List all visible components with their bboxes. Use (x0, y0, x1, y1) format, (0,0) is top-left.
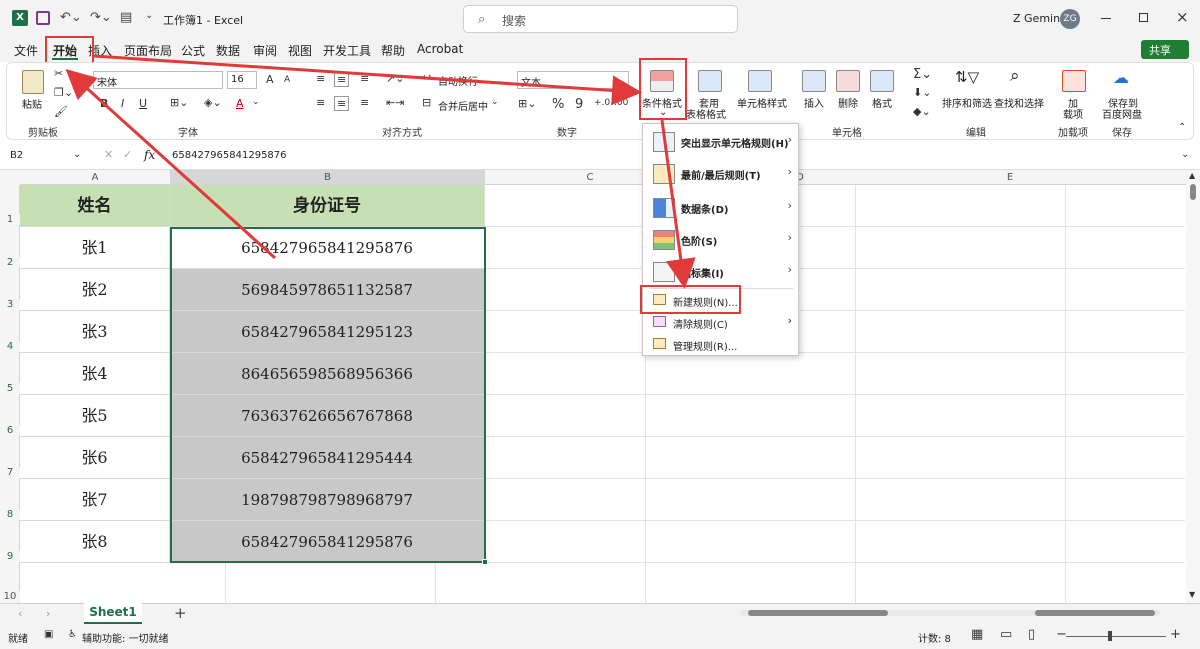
prev-sheet-icon[interactable]: ‹ (18, 607, 22, 620)
macro-record-icon[interactable]: ▣ (44, 629, 53, 640)
zoom-slider[interactable] (1066, 636, 1166, 637)
zoom-slider-thumb[interactable] (1108, 631, 1112, 641)
normal-view-icon[interactable]: ▦ (971, 627, 983, 642)
accessibility-icon[interactable]: ♿ (68, 629, 77, 640)
annotation-arrows (65, 54, 696, 289)
status-count: 计数: 8 (918, 634, 951, 645)
status-bar (0, 625, 1200, 649)
arrow-cell-to-home (65, 68, 277, 260)
arrow-home-to-conditional (93, 54, 642, 106)
zoom-out-icon[interactable]: − (1056, 627, 1067, 642)
horizontal-scroll-thumb-right[interactable] (1035, 610, 1155, 616)
page-break-view-icon[interactable]: ▯ (1028, 627, 1035, 642)
status-accessibility[interactable]: 辅助功能: 一切就绪 (82, 630, 169, 645)
status-ready: 就绪 (8, 634, 28, 645)
horizontal-scroll-thumb[interactable] (748, 610, 888, 616)
zoom-in-icon[interactable]: + (1170, 627, 1181, 642)
add-sheet-button[interactable]: + (174, 604, 187, 622)
arrow-conditional-to-new-rule (660, 119, 696, 289)
next-sheet-icon[interactable]: › (46, 607, 50, 620)
sheet-tab-sheet1[interactable]: Sheet1 (84, 603, 142, 624)
page-layout-view-icon[interactable]: ▭ (1000, 627, 1012, 642)
